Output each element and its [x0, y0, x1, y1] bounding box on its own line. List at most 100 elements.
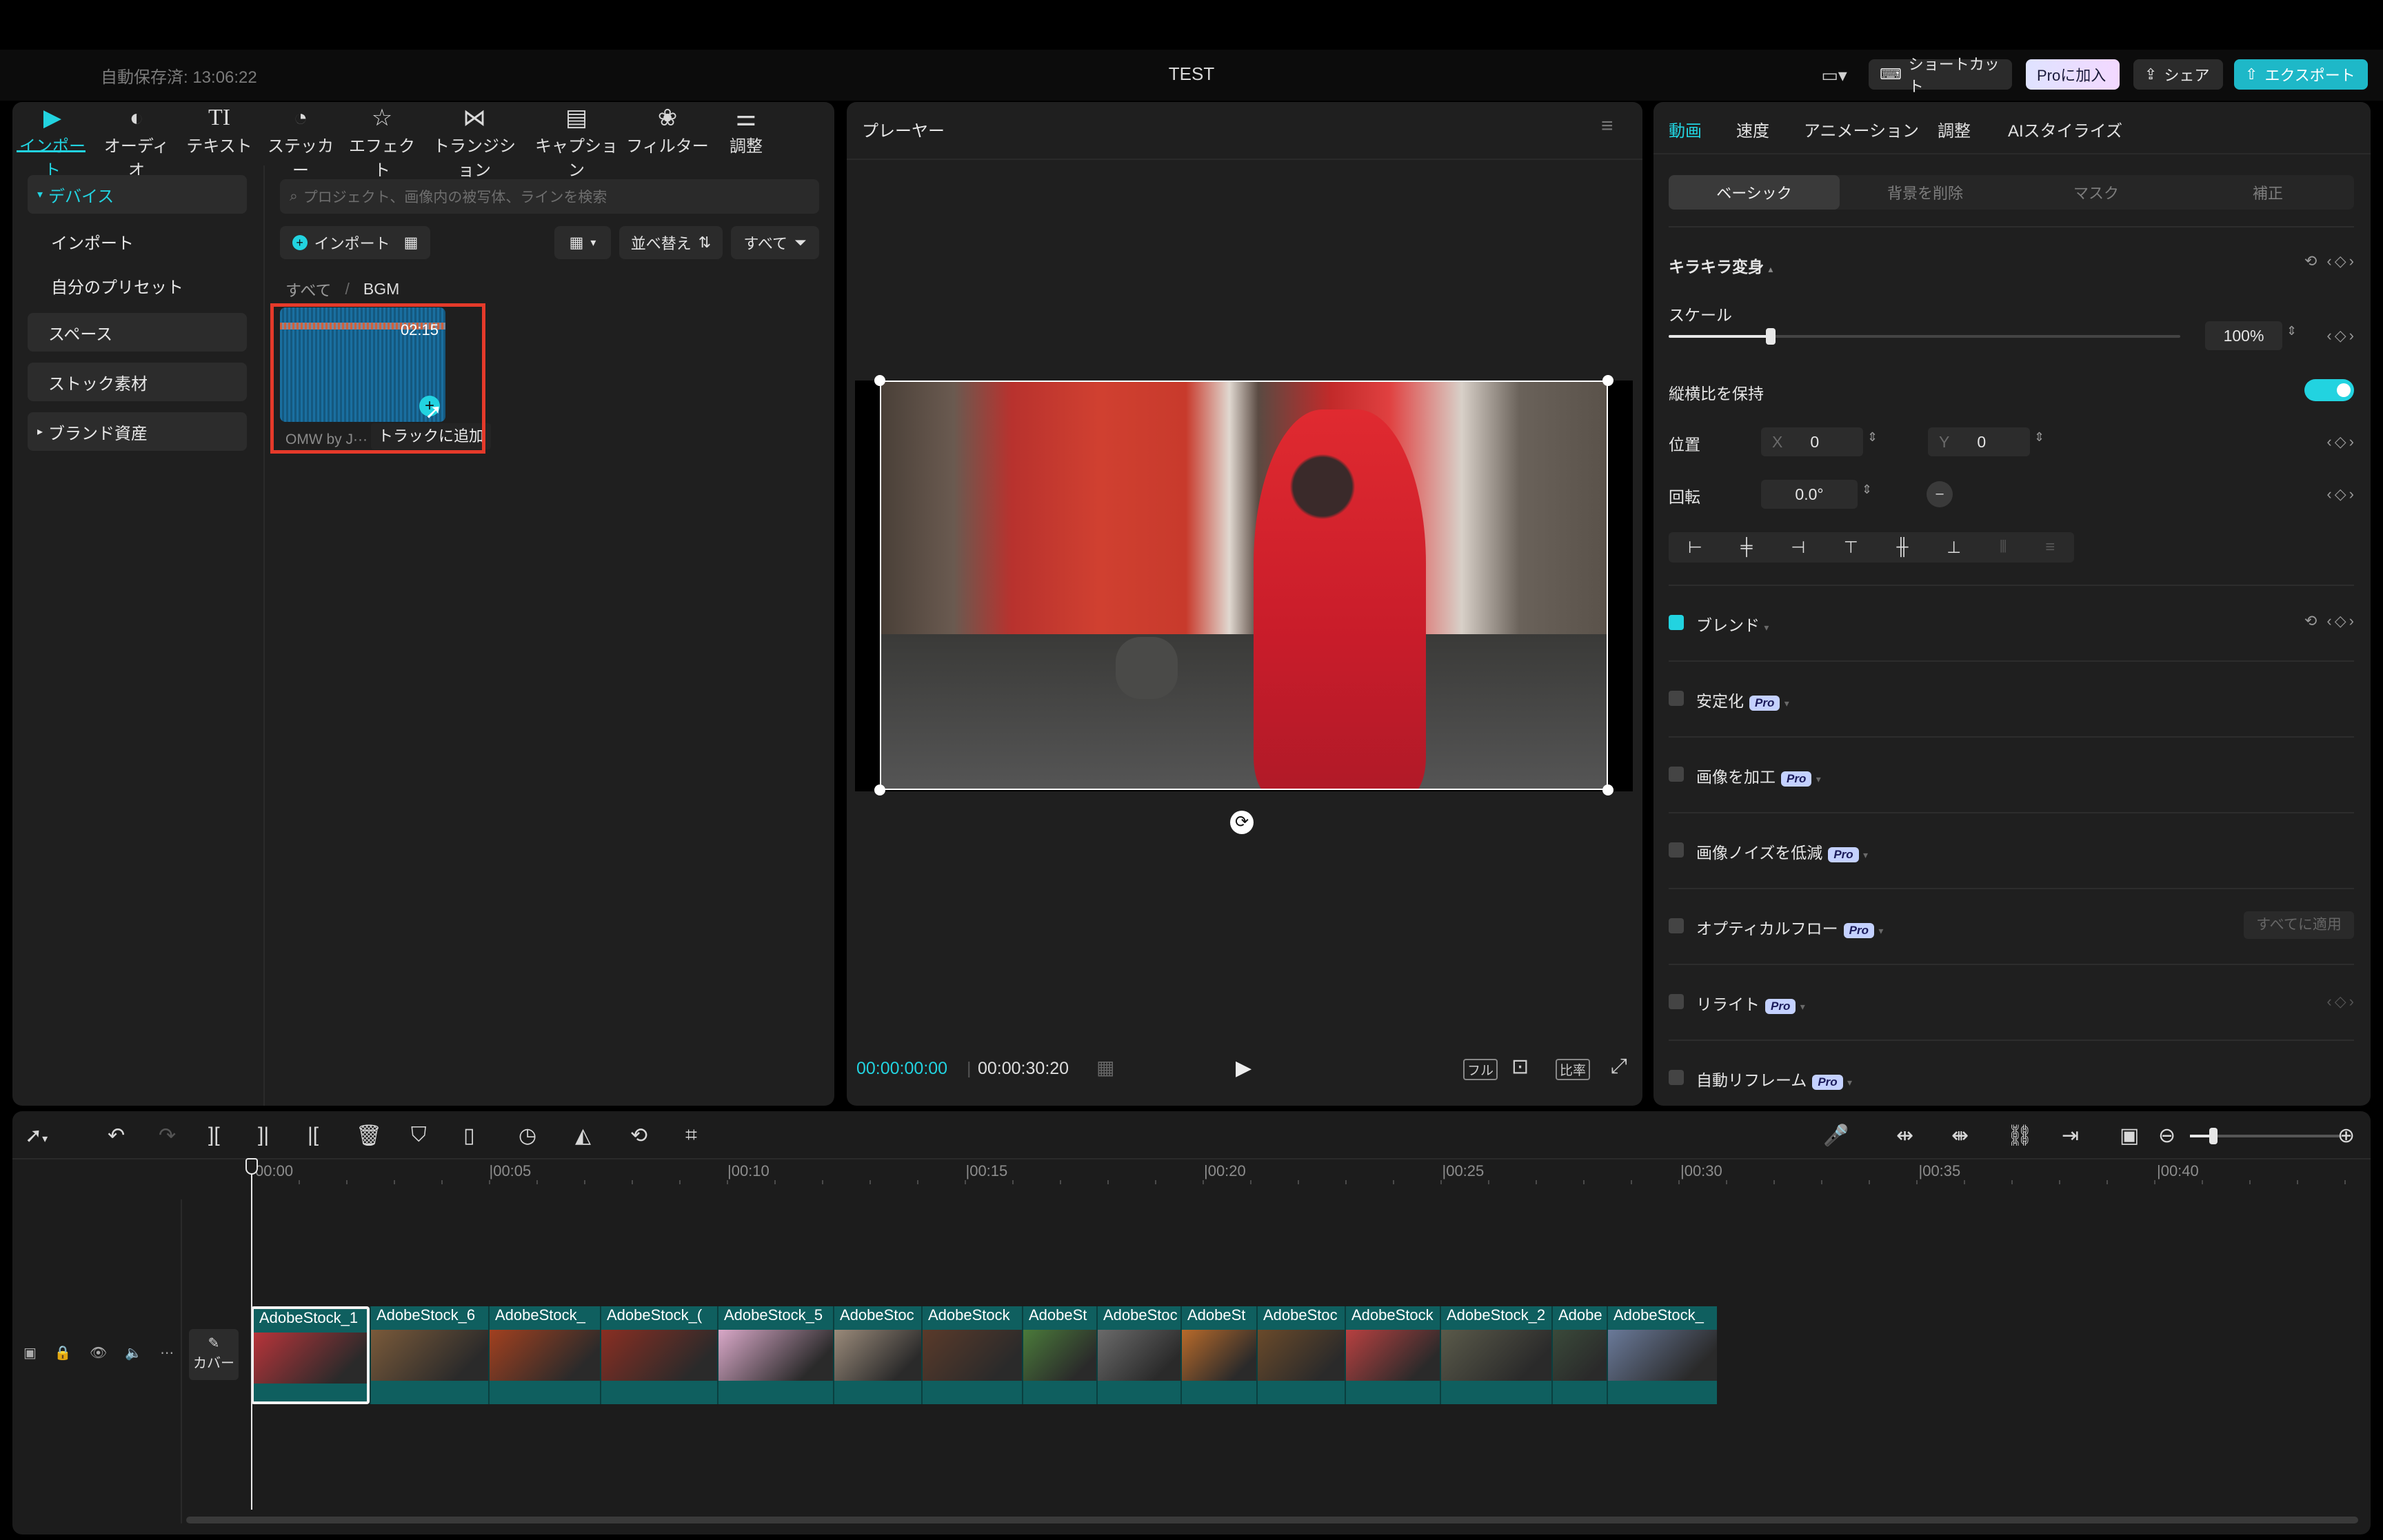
segment-remove-bg[interactable]: 背景を削除	[1840, 175, 2011, 210]
rotation-field[interactable]: 0.0°	[1761, 480, 1858, 509]
tab-caption[interactable]: ▤ キャプション	[534, 103, 619, 181]
enhance-checkbox[interactable]	[1669, 767, 1684, 782]
handle-bottom-left[interactable]	[874, 784, 885, 796]
keyframe-controls[interactable]: ⟲ ‹◇›	[2304, 252, 2357, 270]
align-left-icon[interactable]: ⊢	[1688, 538, 1702, 558]
more-icon[interactable]: ⋯	[160, 1344, 174, 1361]
layout-icon[interactable]: ▭▾	[1813, 63, 1855, 87]
tab-animation[interactable]: アニメーション	[1804, 117, 1919, 141]
auto-reframe-label[interactable]: 自動リフレーム Pro ▾	[1696, 1067, 1852, 1091]
rotation-dial-icon[interactable]: –	[1927, 481, 1953, 507]
cover-button[interactable]: ✎ カバー	[189, 1329, 239, 1380]
sort-button[interactable]: 並べ替え ⇅	[619, 226, 723, 259]
fullscreen-icon[interactable]: ⤢	[1611, 1055, 1627, 1078]
timeline-clip[interactable]: Adobe	[1551, 1306, 1607, 1404]
view-toggle-button[interactable]: ▦ ▾	[554, 226, 611, 259]
preview-frame[interactable]	[880, 381, 1608, 790]
relight-checkbox[interactable]	[1669, 994, 1684, 1009]
scale-slider[interactable]	[1669, 328, 2180, 345]
segment-mask[interactable]: マスク	[2011, 175, 2182, 210]
zoom-slider-thumb[interactable]	[2209, 1128, 2218, 1144]
stabilize-checkbox[interactable]	[1669, 691, 1684, 706]
shield-icon[interactable]: ⛉	[411, 1124, 427, 1147]
pro-subscribe-button[interactable]: Proに加入	[2026, 59, 2120, 90]
timeline-scrollbar[interactable]	[186, 1517, 2358, 1523]
menu-icon[interactable]: ≡	[1601, 114, 1613, 138]
timeline-clip[interactable]: AdobeSt	[1022, 1306, 1096, 1404]
rotate-handle-icon[interactable]: ⟳	[1230, 811, 1254, 834]
keyframe-controls[interactable]: ‹◇›	[2326, 433, 2357, 451]
stepper-icon[interactable]: ⇕	[1867, 430, 1878, 445]
tab-speed[interactable]: 速度	[1736, 117, 1769, 141]
timeline-clip[interactable]: AdobeStoc	[1256, 1306, 1345, 1404]
blend-checkbox[interactable]	[1669, 615, 1684, 630]
microphone-icon[interactable]: 🎤	[1823, 1124, 1849, 1148]
optical-flow-checkbox[interactable]	[1669, 918, 1684, 933]
zoom-fit-icon[interactable]: ⊡	[1511, 1055, 1529, 1079]
keyframe-controls[interactable]: ‹◇›	[2326, 327, 2357, 345]
shortcut-button[interactable]: ⌨ ショートカット	[1869, 56, 2012, 95]
tab-adjust-panel[interactable]: 調整	[1938, 117, 1971, 141]
speed-icon[interactable]: ◷	[519, 1124, 536, 1148]
denoise-label[interactable]: 画像ノイズを低減 Pro ▾	[1696, 840, 1868, 863]
handle-top-right[interactable]	[1602, 375, 1613, 386]
timeline-clip[interactable]: AdobeStock_	[1607, 1306, 1717, 1404]
scale-value-field[interactable]: 100%	[2205, 321, 2282, 350]
timeline-clip[interactable]: AdobeStock_1	[251, 1306, 370, 1404]
position-x-field[interactable]: X 0	[1761, 427, 1863, 456]
enhance-label[interactable]: 画像を加工 Pro ▾	[1696, 764, 1821, 787]
play-icon[interactable]: ▶	[1236, 1056, 1251, 1080]
delete-icon[interactable]: 🗑	[356, 1124, 382, 1148]
timeline-clip[interactable]: AdobeStock	[1345, 1306, 1440, 1404]
optical-flow-label[interactable]: オプティカルフロー Pro ▾	[1696, 915, 1883, 939]
segment-basic[interactable]: ベーシック	[1669, 175, 1840, 210]
keyframe-controls[interactable]: ‹◇›	[2326, 485, 2357, 503]
split-left-icon[interactable]: ]|	[258, 1124, 269, 1147]
undo-icon[interactable]: ↶	[108, 1124, 125, 1148]
tab-sticker[interactable]: ◔ ステッカー	[261, 103, 341, 181]
search-input[interactable]: ⌕ プロジェクト、画像内の被写体、ラインを検索	[280, 179, 819, 214]
playhead[interactable]	[251, 1158, 252, 1510]
sidebar-item-device[interactable]: ▾ デバイス	[28, 175, 247, 214]
freeze-icon[interactable]: ▯	[463, 1124, 475, 1148]
timeline-clip[interactable]: AdobeStoc	[1096, 1306, 1180, 1404]
quality-button[interactable]: フル	[1463, 1059, 1498, 1080]
sidebar-item-stock[interactable]: ストック素材	[28, 363, 247, 401]
main-track-magnet-icon[interactable]: ⇹	[1896, 1124, 1913, 1148]
timeline-clip[interactable]: AdobeStock_6	[370, 1306, 488, 1404]
stabilize-label[interactable]: 安定化 Pro ▾	[1696, 688, 1789, 711]
import-button[interactable]: + インポート ▦	[280, 226, 430, 259]
scale-slider-thumb[interactable]	[1766, 328, 1776, 345]
position-y-field[interactable]: Y 0	[1928, 427, 2030, 456]
handle-top-left[interactable]	[874, 375, 885, 386]
tab-filter[interactable]: ❀ フィルター	[625, 103, 710, 156]
stepper-icon[interactable]: ⇕	[2286, 324, 2297, 338]
align-middle-v-icon[interactable]: ╫	[1896, 538, 1908, 557]
timeline-clip[interactable]: AdobeStoc	[833, 1306, 921, 1404]
tab-effect[interactable]: ☆ エフェクト	[342, 103, 422, 181]
lock-icon[interactable]: 🔒	[54, 1344, 72, 1361]
align-top-icon[interactable]: ⊤	[1844, 538, 1858, 558]
blend-label[interactable]: ブレンド ▾	[1696, 612, 1769, 636]
sidebar-item-import[interactable]: インポート	[28, 222, 247, 261]
split-right-icon[interactable]: |[	[308, 1124, 319, 1147]
sidebar-item-space[interactable]: スペース	[28, 313, 247, 352]
align-bottom-icon[interactable]: ⊥	[1947, 538, 1961, 558]
timecode-icon[interactable]: ▦	[1096, 1056, 1114, 1079]
share-button[interactable]: ⇪ シェア	[2133, 59, 2223, 90]
stepper-icon[interactable]: ⇕	[2034, 430, 2044, 445]
tab-ai-stylize[interactable]: AIスタイライズ	[2008, 117, 2122, 141]
tab-import[interactable]: ▶ インポート	[12, 103, 92, 181]
split-view-icon[interactable]: ⇥	[2062, 1124, 2079, 1148]
transform-title[interactable]: キラキラ変身 ▴	[1669, 254, 1773, 277]
zoom-slider[interactable]	[2190, 1128, 2342, 1144]
split-icon[interactable]: ][	[208, 1124, 220, 1147]
handle-bottom-right[interactable]	[1602, 784, 1613, 796]
auto-reframe-checkbox[interactable]	[1669, 1070, 1684, 1085]
timeline-clip[interactable]: AdobeStock	[921, 1306, 1022, 1404]
link-icon[interactable]: ⛓	[2007, 1124, 2033, 1148]
denoise-checkbox[interactable]	[1669, 842, 1684, 858]
rotate-icon[interactable]: ⟲	[630, 1124, 647, 1148]
zoom-out-icon[interactable]: ⊖	[2158, 1124, 2175, 1148]
tab-audio[interactable]: ◐ オーディオ	[97, 103, 177, 181]
